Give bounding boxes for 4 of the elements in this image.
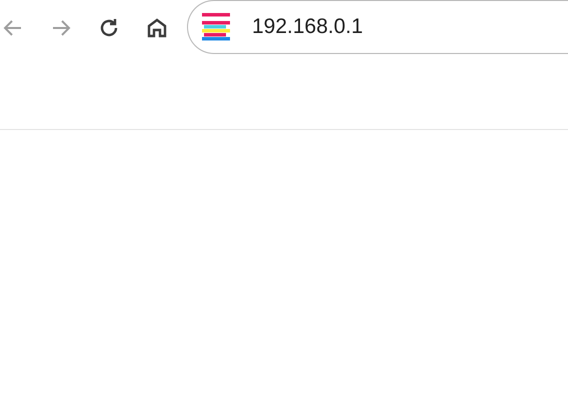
url-field[interactable]: 192.168.0.1 bbox=[252, 15, 552, 39]
site-favicon-icon bbox=[202, 13, 230, 41]
address-bar[interactable]: 192.168.0.1 bbox=[187, 0, 568, 54]
home-icon bbox=[145, 16, 169, 40]
